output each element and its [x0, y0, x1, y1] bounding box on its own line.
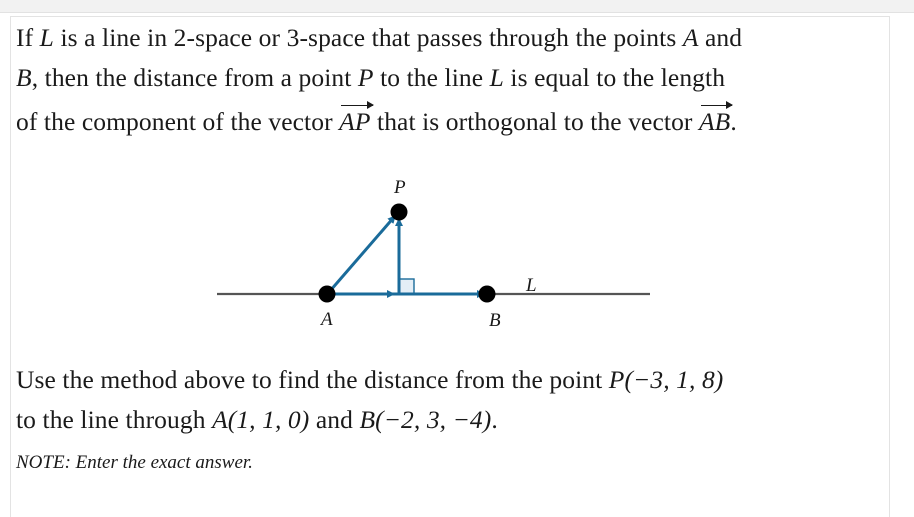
question-line-2: to the line through A(1, 1, 0) and B(−2,… — [16, 405, 498, 434]
question-line-1: Use the method above to find the distanc… — [16, 365, 724, 394]
point-P-coords: P(−3, 1, 8) — [608, 365, 724, 394]
label-L: L — [525, 275, 537, 296]
note-text: NOTE: Enter the exact answer. — [16, 452, 253, 473]
label-P: P — [393, 177, 406, 198]
point-B — [478, 285, 496, 303]
point-P — [390, 203, 408, 221]
vector-AP-arrow — [328, 215, 397, 292]
point-A-coords: A(1, 1, 0) — [212, 405, 310, 434]
point-A — [318, 285, 336, 303]
question-paragraph: Use the method above to find the distanc… — [16, 360, 723, 440]
label-B: B — [489, 310, 501, 331]
point-B-coords: B(−2, 3, −4) — [359, 405, 492, 434]
label-A: A — [319, 309, 333, 330]
right-angle-marker — [398, 278, 415, 295]
